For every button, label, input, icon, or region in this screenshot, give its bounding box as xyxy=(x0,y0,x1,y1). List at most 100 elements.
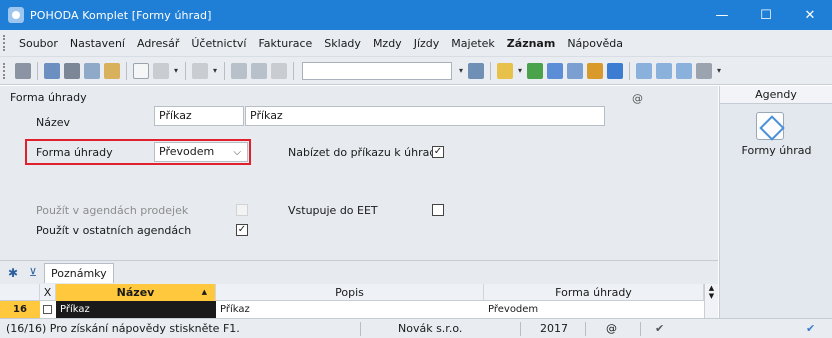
binoculars-icon[interactable] xyxy=(44,62,60,79)
nazev-long-field[interactable]: Příkaz xyxy=(245,106,605,126)
iban-icon[interactable] xyxy=(607,62,623,79)
toolbar-separator xyxy=(629,61,630,80)
row-forma: Převodem xyxy=(488,304,539,315)
calendar-icon[interactable] xyxy=(547,62,563,79)
nabizet-label: Nabízet do příkazu k úhradě xyxy=(288,146,444,159)
form-panel: Forma úhrady @ Název Příkaz Příkaz Forma… xyxy=(0,86,718,260)
menu-mzdy[interactable]: Mzdy xyxy=(367,37,408,50)
calculator-icon[interactable] xyxy=(567,62,583,79)
forma-uhrady-select[interactable]: Převodem ⌵ xyxy=(154,142,248,162)
copy-icon[interactable] xyxy=(271,62,287,79)
grid-corner xyxy=(0,284,40,301)
window-title: POHODA Komplet [Formy úhrad] xyxy=(30,8,212,22)
toolbar-separator xyxy=(126,61,127,80)
menu-bar: Soubor Nastavení Adresář Účetnictví Fakt… xyxy=(0,30,832,57)
at-icon[interactable]: @ xyxy=(632,92,643,105)
star-icon[interactable]: ✱ xyxy=(6,266,20,280)
chevron-down-icon[interactable]: ▾ xyxy=(714,66,724,75)
agendy-header: Agendy xyxy=(720,86,832,104)
monitor-icon[interactable] xyxy=(636,62,652,79)
menu-sklady[interactable]: Sklady xyxy=(318,37,367,50)
menu-soubor[interactable]: Soubor xyxy=(13,37,64,50)
report-icon[interactable] xyxy=(104,62,120,79)
pouzit-ostatni-checkbox[interactable]: ✓ xyxy=(236,224,248,236)
minimize-button[interactable]: — xyxy=(700,0,744,30)
nazev-label: Název xyxy=(36,116,71,129)
menu-adresar[interactable]: Adresář xyxy=(131,37,185,50)
eet-label: Vstupuje do EET xyxy=(288,204,378,217)
menu-nastaveni[interactable]: Nastavení xyxy=(64,37,131,50)
new-record-icon[interactable] xyxy=(133,62,149,79)
sort-asc-icon: ▲ xyxy=(201,288,207,296)
link-icon[interactable] xyxy=(527,62,543,79)
grid-header: X Název ▲ Popis Forma úhrady xyxy=(0,284,718,301)
column-forma-uhrady[interactable]: Forma úhrady xyxy=(484,284,704,301)
maximize-button[interactable]: ☐ xyxy=(744,0,788,30)
edit-icon[interactable] xyxy=(153,62,169,79)
users-icon[interactable] xyxy=(587,62,603,79)
toolbar-separator xyxy=(224,61,225,80)
row-checkbox[interactable] xyxy=(40,301,56,318)
toolbar-grip-icon[interactable] xyxy=(3,62,9,79)
close-button[interactable]: ✕ xyxy=(788,0,832,30)
toolbar-separator xyxy=(293,61,294,80)
formy-uhrad-icon[interactable] xyxy=(756,112,784,140)
column-popis[interactable]: Popis xyxy=(216,284,484,301)
menu-fakturace[interactable]: Fakturace xyxy=(252,37,318,50)
tree-icon[interactable] xyxy=(15,62,31,79)
chevron-down-icon[interactable]: ▾ xyxy=(171,66,181,75)
save-icon[interactable] xyxy=(231,62,247,79)
chevron-down-icon[interactable]: ▾ xyxy=(210,66,220,75)
menu-jizdy[interactable]: Jízdy xyxy=(408,37,446,50)
form-title: Forma úhrady xyxy=(10,91,87,104)
filter-tab-icon[interactable]: ⊻ xyxy=(26,266,40,279)
print-preview-icon[interactable] xyxy=(84,62,100,79)
table-row[interactable]: 16 Příkaz Příkaz Převodem xyxy=(0,301,718,318)
message-icon[interactable] xyxy=(676,62,692,79)
folder-icon[interactable] xyxy=(497,62,513,79)
print-icon[interactable] xyxy=(64,62,80,79)
status-year: 2017 xyxy=(540,322,568,335)
toolbar: ▾ ▾ ▾ ▾ ▾ xyxy=(0,57,832,85)
window-icon[interactable] xyxy=(656,62,672,79)
column-nazev[interactable]: Název ▲ xyxy=(56,284,216,301)
menu-napoveda[interactable]: Nápověda xyxy=(561,37,629,50)
status-separator xyxy=(585,322,586,336)
filter-icon[interactable] xyxy=(468,62,484,79)
toolbar-separator xyxy=(37,61,38,80)
row-number: 16 xyxy=(0,301,40,318)
menu-zaznam[interactable]: Záznam xyxy=(501,37,562,50)
column-x[interactable]: X xyxy=(40,284,56,301)
status-separator xyxy=(360,322,361,336)
chevron-down-icon: ⌵ xyxy=(233,147,241,158)
tab-poznamky[interactable]: Poznámky xyxy=(44,262,114,283)
chevron-down-icon[interactable]: ▾ xyxy=(456,66,466,75)
save-all-icon[interactable] xyxy=(251,62,267,79)
chevron-down-icon[interactable]: ▾ xyxy=(515,66,525,75)
window-controls: — ☐ ✕ xyxy=(700,0,832,30)
nabizet-checkbox[interactable]: ✓ xyxy=(432,146,444,158)
status-at-icon: @ xyxy=(606,322,617,335)
grid-scrollbar[interactable]: ▲ ▼ xyxy=(704,284,718,318)
menu-ucetnictvi[interactable]: Účetnictví xyxy=(185,37,252,50)
row-popis: Příkaz xyxy=(220,304,250,315)
agendy-item-formy-uhrad[interactable]: Formy úhrad xyxy=(720,144,832,157)
status-ok-icon: ✔ xyxy=(806,322,816,335)
status-separator xyxy=(520,322,521,336)
pouzit-prodej-label: Použít v agendách prodejek xyxy=(36,204,189,217)
nazev-short-field[interactable]: Příkaz xyxy=(154,106,244,126)
status-help: (16/16) Pro získání nápovědy stiskněte F… xyxy=(6,322,240,335)
forma-uhrady-value: Převodem xyxy=(159,145,215,158)
toolbar-separator xyxy=(185,61,186,80)
quick-search-combo[interactable] xyxy=(302,61,452,80)
column-nazev-label: Název xyxy=(116,286,155,299)
help-icon[interactable] xyxy=(696,62,712,79)
agendy-panel: Agendy Formy úhrad xyxy=(719,86,832,318)
title-bar: POHODA Komplet [Formy úhrad] — ☐ ✕ xyxy=(0,0,832,30)
menu-majetek[interactable]: Majetek xyxy=(445,37,501,50)
back-arrow-icon[interactable] xyxy=(192,62,208,79)
eet-checkbox[interactable] xyxy=(432,204,444,216)
pouzit-ostatni-label: Použít v ostatních agendách xyxy=(36,224,192,237)
menu-grip-icon[interactable] xyxy=(3,35,9,51)
status-bar: (16/16) Pro získání nápovědy stiskněte F… xyxy=(0,318,832,338)
